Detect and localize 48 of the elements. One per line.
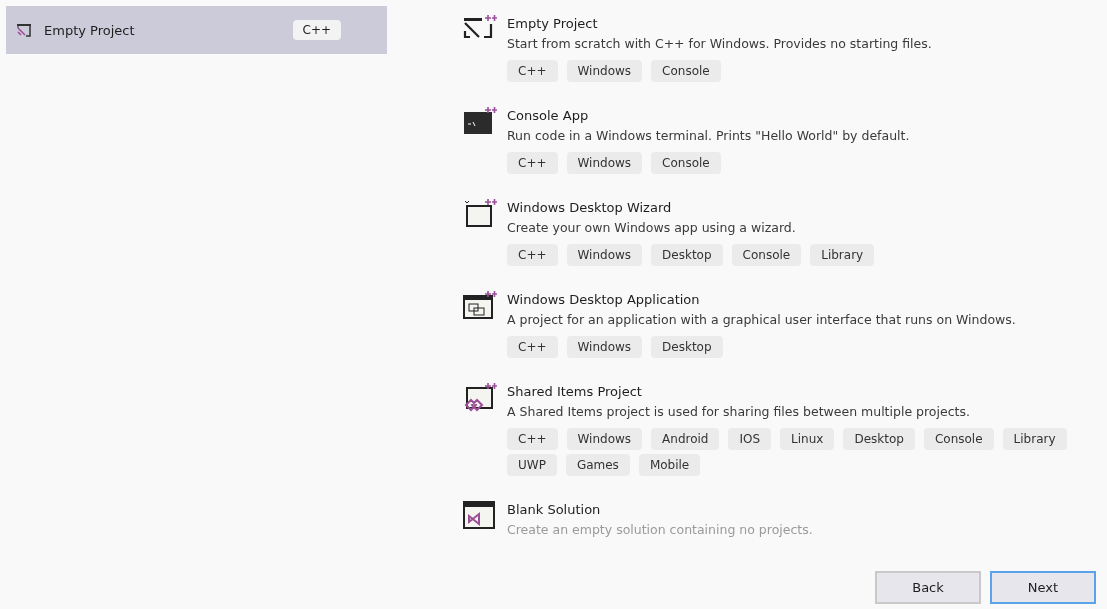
template-icon (463, 290, 497, 320)
template-icon (463, 382, 497, 412)
tag: Desktop (843, 428, 915, 450)
template-title: Blank Solution (507, 501, 602, 519)
tag: Windows (566, 244, 643, 266)
template-description: Create an empty solution containing no projects. (507, 521, 813, 539)
tag: Console (731, 244, 802, 266)
template-title: Empty Project (507, 15, 599, 33)
tag: C++ (507, 428, 558, 450)
tag: C++ (507, 152, 558, 174)
template-description: Run code in a Windows terminal. Prints "Hello World" by default. (507, 127, 911, 145)
tag: C++ (507, 244, 558, 266)
tag: Windows (566, 428, 643, 450)
tag: Desktop (651, 336, 723, 358)
template-title: Shared Items Project (507, 383, 643, 401)
template-icon (463, 198, 497, 228)
template-icon (463, 106, 497, 136)
tag: UWP (507, 454, 557, 476)
tag: Desktop (651, 244, 723, 266)
tag: Linux (780, 428, 835, 450)
template-description: Create your own Windows app using a wizard. (507, 219, 797, 237)
tag: Windows (566, 336, 643, 358)
tag: Library (810, 244, 875, 266)
tag: IOS (728, 428, 772, 450)
template-description: A project for an application with a graphical user interface that runs on Windows. (507, 311, 1017, 329)
template-icon (463, 500, 497, 530)
tag: Windows (566, 60, 643, 82)
wizard-button[interactable]: Next (990, 571, 1096, 604)
tag: Console (651, 60, 721, 82)
tag: Games (565, 454, 630, 476)
template-icon (16, 22, 32, 38)
tag: Mobile (638, 454, 701, 476)
tag: C++ (507, 336, 558, 358)
tag: C++ (507, 60, 558, 82)
tag: Console (923, 428, 994, 450)
template-title: Console App (507, 107, 590, 125)
template-name: Empty Project (44, 22, 136, 38)
template-description: A Shared Items project is used for sharing files between multiple projects. (507, 403, 971, 421)
tag: Windows (566, 152, 643, 174)
recent-template-item[interactable]: Empty Project C++ (6, 6, 387, 54)
template-title: Windows Desktop Wizard (507, 199, 673, 217)
language-tag: C++ (292, 20, 341, 40)
wizard-button[interactable]: Back (875, 571, 981, 604)
template-title: Windows Desktop Application (507, 291, 701, 309)
tag: Console (651, 152, 721, 174)
tag: Library (1002, 428, 1067, 450)
tag: Android (651, 428, 720, 450)
template-description: Start from scratch with C++ for Windows. Provides no starting files. (507, 35, 933, 53)
